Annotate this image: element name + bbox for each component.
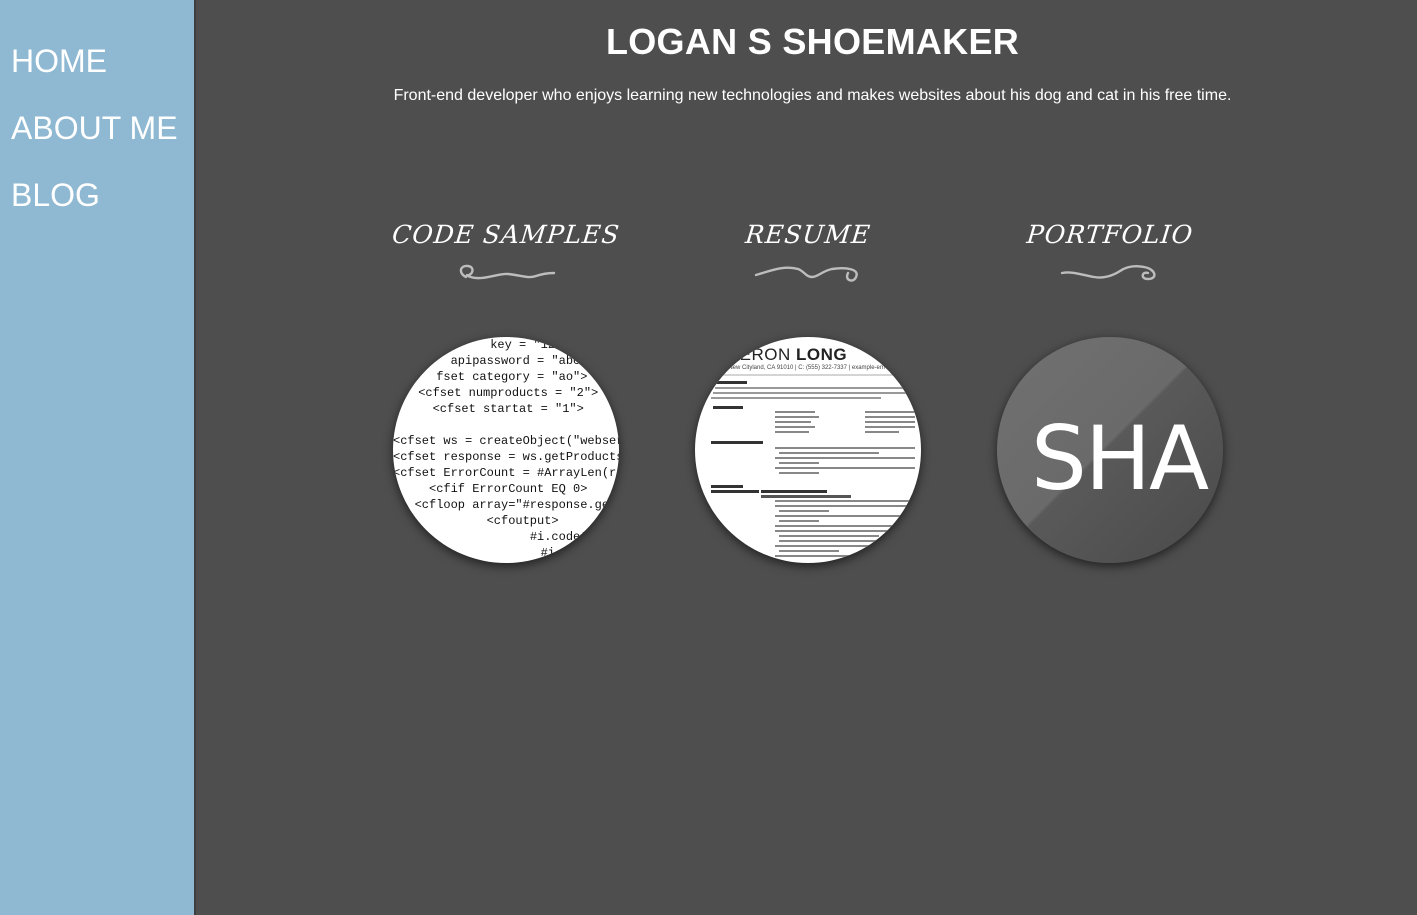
code-line: <cfset startat = "1"> — [432, 402, 584, 416]
code-line: <cfif ErrorCount EQ 0> — [429, 482, 588, 496]
resume-heading[interactable]: RESUME — [691, 215, 925, 255]
section-resume: RESUME MERON LONG Street, New Cityland, … — [691, 215, 925, 563]
nav-list: HOME ABOUT ME BLOG — [0, 0, 194, 215]
nav-item-about-me: ABOUT ME — [11, 108, 194, 148]
portfolio-logo-text: SHA — [1031, 407, 1209, 510]
main-content: LOGAN S SHOEMAKER Front-end developer wh… — [198, 0, 1417, 915]
flourish-divider-icon — [754, 266, 858, 282]
portfolio-heading[interactable]: PORTFOLIO — [993, 215, 1227, 255]
portfolio-thumbnail[interactable]: SHA — [997, 337, 1223, 563]
site-tagline: Front-end developer who enjoys learning … — [393, 87, 1232, 104]
code-samples-thumbnail[interactable]: key = "12345 apipassword = "abcd fset ca… — [393, 337, 619, 563]
sidebar-nav: HOME ABOUT ME BLOG — [0, 0, 196, 915]
code-samples-heading[interactable]: CODE SAMPLES — [389, 215, 623, 255]
nav-link-blog[interactable]: BLOG — [11, 175, 194, 215]
resume-preview-contact: Street, New Cityland, CA 91010 | C: (555… — [709, 365, 885, 371]
code-line: <cfloop array="#response.get — [400, 498, 617, 512]
code-line: #i.name — [425, 546, 592, 560]
site-title: LOGAN S SHOEMAKER — [605, 21, 1020, 62]
section-portfolio: PORTFOLIO SHA — [993, 215, 1227, 563]
code-line: <cfset numproducts = "2"> — [418, 386, 599, 400]
flourish-divider-icon — [459, 264, 556, 280]
code-line: key = "12345 — [439, 338, 577, 352]
code-line: #i.code#<b — [414, 530, 602, 544]
nav-link-home[interactable]: HOME — [11, 41, 194, 81]
code-line: <cfoutput> — [457, 514, 559, 528]
code-snippet: key = "12345 apipassword = "abcd fset ca… — [393, 337, 619, 561]
code-line: <cfset response = ws.getProducts — [393, 450, 619, 464]
code-line: <cfset ErrorCount = #ArrayLen(re — [393, 466, 619, 480]
code-line: apipassword = "abcd — [429, 354, 588, 368]
nav-link-about-me[interactable]: ABOUT ME — [11, 108, 194, 148]
flourish-divider-icon — [1060, 265, 1156, 281]
nav-item-home: HOME — [11, 41, 194, 81]
resume-preview-body — [703, 374, 921, 557]
section-code-samples: CODE SAMPLES key = "12345 apipassword = … — [389, 215, 623, 563]
resume-preview-name: MERON LONG — [725, 345, 848, 364]
code-line: fset category = "ao"> — [429, 370, 588, 384]
nav-item-blog: BLOG — [11, 175, 194, 215]
resume-thumbnail[interactable]: MERON LONG Street, New Cityland, CA 9101… — [695, 337, 921, 563]
code-line: <cfset ws = createObject("webser — [393, 434, 619, 448]
